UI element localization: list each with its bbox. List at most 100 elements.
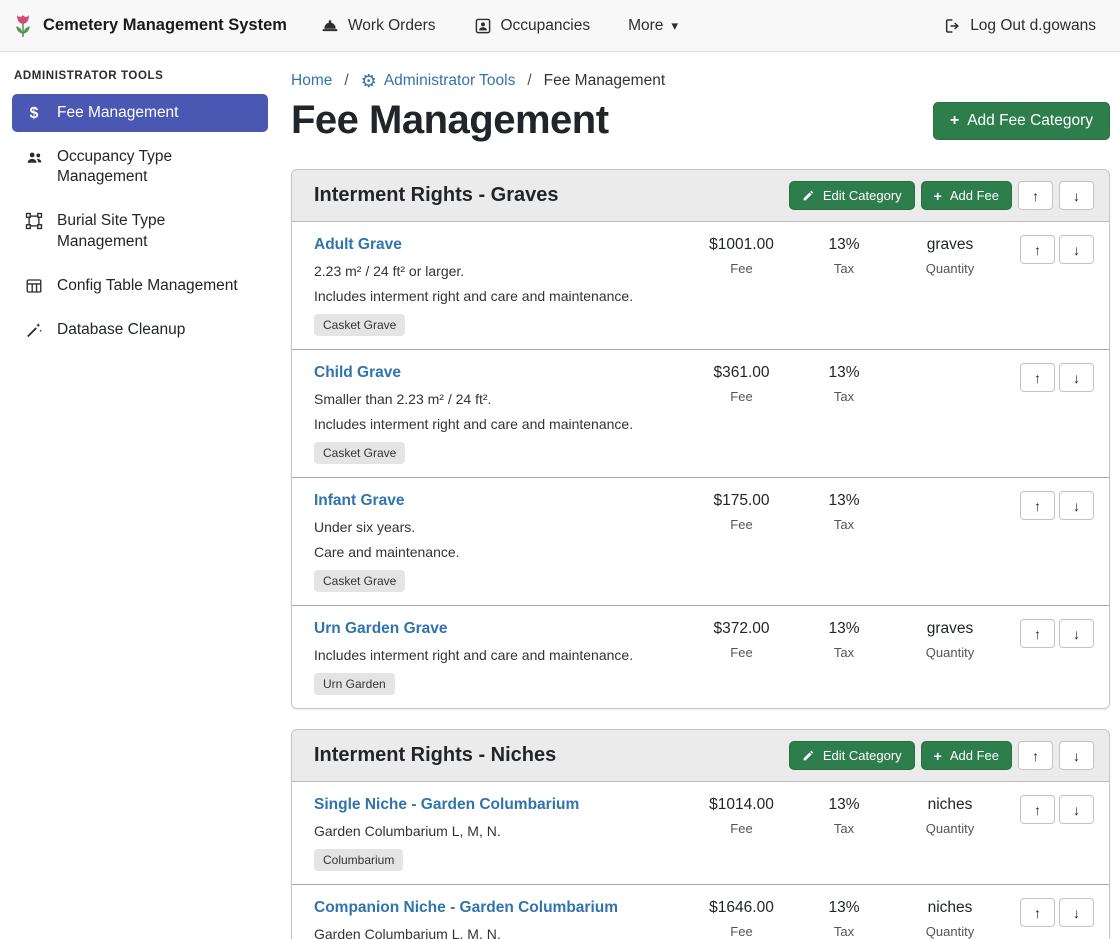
fee-amount-label: Fee [689, 924, 794, 939]
fee-name-link[interactable]: Single Niche - Garden Columbarium [314, 796, 579, 814]
fee-quantity-cell: niches Quantity [894, 795, 1006, 836]
arrow-up-icon: ↑ [1034, 242, 1041, 258]
fee-description: Garden Columbarium L, M, N. [314, 823, 681, 839]
category-title: Interment Rights - Graves [314, 184, 559, 207]
sidebar-item-label: Burial Site Type Management [57, 211, 256, 251]
move-fee-down-button[interactable]: ↓ [1059, 491, 1094, 520]
fee-tax-cell: 13% Tax [794, 235, 894, 276]
move-fee-down-button[interactable]: ↓ [1059, 795, 1094, 824]
fee-quantity-cell [894, 491, 1006, 499]
fee-tax-label: Tax [794, 924, 894, 939]
arrow-down-icon: ↓ [1073, 802, 1080, 818]
fee-amount-label: Fee [689, 821, 794, 836]
fee-description: Includes interment right and care and ma… [314, 416, 681, 432]
fee-quantity-label: Quantity [894, 645, 1006, 660]
move-fee-up-button[interactable]: ↑ [1020, 235, 1055, 264]
main-nav: Work Orders Occupancies More ▾ [321, 17, 678, 35]
fee-tax-label: Tax [794, 261, 894, 276]
add-fee-button[interactable]: + Add Fee [921, 741, 1012, 770]
move-fee-up-button[interactable]: ↑ [1020, 491, 1055, 520]
table-icon [24, 277, 44, 295]
admin-sidebar: ADMINISTRATOR TOOLS $ Fee Management Occ… [0, 52, 280, 939]
fee-row: Infant Grave Under six years. Care and m… [292, 478, 1109, 606]
fee-name-link[interactable]: Urn Garden Grave [314, 620, 448, 638]
fee-tax-label: Tax [794, 389, 894, 404]
sidebar-item-fee-management[interactable]: $ Fee Management [12, 94, 268, 132]
fee-description: Care and maintenance. [314, 544, 681, 560]
sidebar-item-label: Fee Management [57, 103, 179, 123]
fee-tax: 13% [794, 796, 894, 814]
fee-tax: 13% [794, 492, 894, 510]
edit-category-button[interactable]: Edit Category [789, 181, 915, 210]
arrow-up-icon: ↑ [1032, 188, 1039, 204]
sidebar-item-label: Database Cleanup [57, 320, 185, 340]
fee-quantity-label: Quantity [894, 924, 1006, 939]
fee-amount: $372.00 [689, 620, 794, 638]
move-fee-down-button[interactable]: ↓ [1059, 898, 1094, 927]
fee-description: Garden Columbarium L, M, N. [314, 926, 681, 939]
edit-category-button[interactable]: Edit Category [789, 741, 915, 770]
move-fee-down-button[interactable]: ↓ [1059, 363, 1094, 392]
sidebar-item-burial-site-type[interactable]: Burial Site Type Management [12, 202, 268, 260]
arrow-up-icon: ↑ [1034, 370, 1041, 386]
fee-quantity: graves [894, 620, 1006, 638]
fee-row: Single Niche - Garden Columbarium Garden… [292, 782, 1109, 885]
breadcrumb: Home / ⚙ Administrator Tools / Fee Manag… [291, 72, 1110, 90]
fee-description: Includes interment right and care and ma… [314, 647, 681, 663]
fee-amount-label: Fee [689, 517, 794, 532]
nav-occupancies[interactable]: Occupancies [474, 17, 591, 35]
arrow-down-icon: ↓ [1073, 370, 1080, 386]
tulip-logo-icon [12, 12, 34, 39]
move-fee-down-button[interactable]: ↓ [1059, 619, 1094, 648]
dollar-icon: $ [24, 104, 44, 123]
edit-category-label: Edit Category [823, 188, 902, 203]
brand-title: Cemetery Management System [43, 16, 287, 35]
add-fee-label: Add Fee [950, 188, 999, 203]
nav-more[interactable]: More ▾ [628, 17, 678, 35]
gear-icon: ⚙ [361, 72, 377, 90]
nav-work-orders[interactable]: Work Orders [321, 17, 436, 35]
move-fee-up-button[interactable]: ↑ [1020, 363, 1055, 392]
fee-tax-cell: 13% Tax [794, 491, 894, 532]
fee-tax: 13% [794, 620, 894, 638]
top-navbar: Cemetery Management System Work Orders O… [0, 0, 1120, 52]
plus-icon: + [934, 749, 942, 763]
move-fee-up-button[interactable]: ↑ [1020, 619, 1055, 648]
fee-name-link[interactable]: Companion Niche - Garden Columbarium [314, 899, 618, 917]
breadcrumb-home-link[interactable]: Home [291, 72, 332, 90]
move-category-down-button[interactable]: ↓ [1059, 741, 1094, 770]
move-fee-up-button[interactable]: ↑ [1020, 898, 1055, 927]
arrow-up-icon: ↑ [1032, 748, 1039, 764]
fee-type-badge: Columbarium [314, 849, 403, 871]
fee-quantity-cell [894, 363, 1006, 371]
move-fee-down-button[interactable]: ↓ [1059, 235, 1094, 264]
arrow-up-icon: ↑ [1034, 498, 1041, 514]
fee-name-link[interactable]: Child Grave [314, 364, 401, 382]
move-category-up-button[interactable]: ↑ [1018, 181, 1053, 210]
vector-square-icon [24, 212, 44, 230]
logout-button[interactable]: Log Out d.gowans [943, 17, 1096, 35]
add-fee-button[interactable]: + Add Fee [921, 181, 1012, 210]
sidebar-item-config-table[interactable]: Config Table Management [12, 267, 268, 305]
app-brand[interactable]: Cemetery Management System [12, 12, 287, 39]
logout-label: Log Out d.gowans [970, 17, 1096, 35]
arrow-down-icon: ↓ [1073, 905, 1080, 921]
fee-amount-cell: $1001.00 Fee [689, 235, 794, 276]
move-fee-up-button[interactable]: ↑ [1020, 795, 1055, 824]
hard-hat-icon [321, 17, 339, 35]
add-fee-category-button[interactable]: + Add Fee Category [933, 102, 1110, 140]
fee-amount: $1001.00 [689, 236, 794, 254]
move-category-down-button[interactable]: ↓ [1059, 181, 1094, 210]
sidebar-item-database-cleanup[interactable]: Database Cleanup [12, 311, 268, 349]
sidebar-item-occupancy-type[interactable]: Occupancy Type Management [12, 138, 268, 196]
fee-name-link[interactable]: Infant Grave [314, 492, 404, 510]
fee-quantity-cell: graves Quantity [894, 619, 1006, 660]
breadcrumb-admin-tools-link[interactable]: ⚙ Administrator Tools [361, 72, 516, 90]
breadcrumb-section-label: Administrator Tools [384, 72, 516, 90]
move-category-up-button[interactable]: ↑ [1018, 741, 1053, 770]
arrow-down-icon: ↓ [1073, 498, 1080, 514]
fee-type-badge: Urn Garden [314, 673, 395, 695]
fee-name-link[interactable]: Adult Grave [314, 236, 402, 254]
fee-quantity-label: Quantity [894, 261, 1006, 276]
add-fee-label: Add Fee [950, 748, 999, 763]
